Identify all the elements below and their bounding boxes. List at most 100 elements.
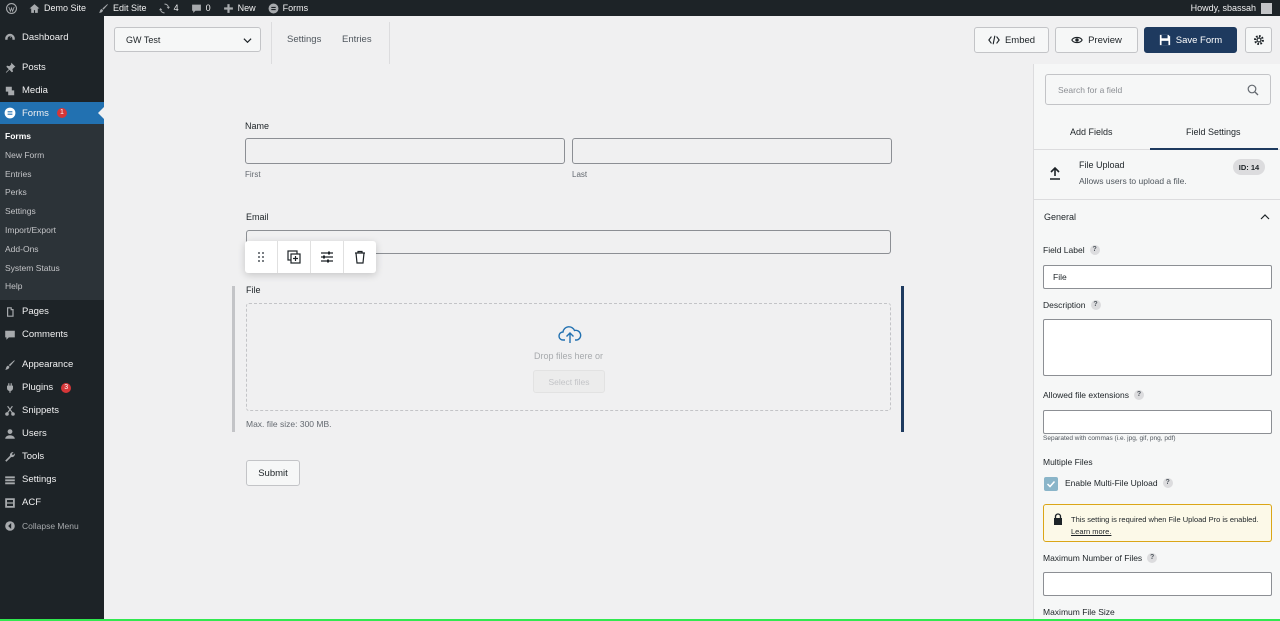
duplicate-field-button[interactable]: [278, 241, 311, 273]
menu-pages[interactable]: Pages: [0, 300, 104, 323]
save-form-label: Save Form: [1175, 34, 1223, 46]
field-settings-button[interactable]: [311, 241, 344, 273]
menu-forms[interactable]: Forms 1: [0, 102, 104, 124]
wordpress-logo-icon[interactable]: [0, 0, 23, 16]
submenu-new-form[interactable]: New Form: [0, 146, 104, 165]
requirement-notice: This setting is required when File Uploa…: [1043, 504, 1272, 542]
description-textarea[interactable]: [1043, 319, 1272, 376]
submenu-import-export[interactable]: Import/Export: [0, 221, 104, 240]
help-icon[interactable]: ?: [1147, 553, 1158, 563]
submenu-perks[interactable]: Perks: [0, 183, 104, 202]
drag-handle[interactable]: [245, 241, 278, 273]
comment-icon: [5, 330, 15, 340]
preview-button[interactable]: Preview: [1055, 27, 1138, 53]
embed-label: Embed: [1004, 34, 1036, 46]
file-field-label: File: [246, 285, 261, 295]
last-name-input[interactable]: [572, 138, 892, 164]
menu-plugins[interactable]: Plugins 3: [0, 376, 104, 399]
my-account[interactable]: Howdy, sbassah: [1191, 2, 1280, 14]
new-label: New: [237, 3, 256, 13]
delete-field-button[interactable]: [344, 241, 376, 273]
admin-bar: Demo Site Edit Site 4 0 New Forms Howdy,…: [0, 0, 1280, 16]
chevron-up-icon[interactable]: [1260, 212, 1270, 222]
eye-icon: [1071, 36, 1083, 44]
select-files-button[interactable]: Select files: [533, 370, 605, 393]
brush-icon: [99, 3, 108, 13]
allowed-extensions-label: Allowed file extensions?: [1043, 390, 1144, 400]
code-icon: [988, 35, 1000, 45]
help-icon[interactable]: ?: [1134, 390, 1144, 400]
max-file-size-text: Max. file size: 300 MB.: [246, 419, 332, 429]
menu-plugins-label: Plugins: [22, 382, 54, 394]
submenu-entries[interactable]: Entries: [0, 165, 104, 184]
plugins-count-badge: 3: [61, 382, 72, 393]
comments-count: 0: [205, 3, 211, 13]
menu-tools[interactable]: Tools: [0, 445, 104, 468]
save-form-button[interactable]: Save Form: [1144, 27, 1237, 53]
file-dropzone[interactable]: Drop files here or Select files: [246, 303, 891, 411]
menu-posts-label: Posts: [22, 62, 46, 73]
submenu-add-ons[interactable]: Add-Ons: [0, 240, 104, 259]
field-label-label: Field Label?: [1043, 245, 1100, 255]
learn-more-link[interactable]: Learn more.: [1071, 527, 1111, 536]
last-sublabel: Last: [572, 170, 588, 179]
max-file-size-setting-text: Maximum File Size: [1043, 607, 1115, 617]
general-section-title[interactable]: General: [1044, 212, 1076, 222]
menu-snippets[interactable]: Snippets: [0, 399, 104, 422]
menu-acf[interactable]: ACF: [0, 491, 104, 514]
editor-settings-button[interactable]: [1245, 27, 1272, 53]
collapse-icon: [5, 520, 15, 531]
first-name-input[interactable]: [245, 138, 565, 164]
collapse-menu-button[interactable]: Collapse Menu: [0, 514, 104, 537]
home-icon: [29, 3, 40, 13]
menu-comments[interactable]: Comments: [0, 323, 104, 346]
allowed-extensions-input[interactable]: [1043, 410, 1272, 434]
submenu-system-status[interactable]: System Status: [0, 259, 104, 278]
settings-link[interactable]: Settings: [287, 34, 321, 45]
help-icon[interactable]: ?: [1162, 478, 1173, 488]
embed-button[interactable]: Embed: [974, 27, 1049, 53]
updates-icon: [158, 3, 170, 13]
form-editor-toolbar: GW Test Settings Entries Embed Preview S…: [104, 16, 1280, 64]
menu-media-label: Media: [22, 85, 48, 96]
menu-users[interactable]: Users: [0, 422, 104, 445]
menu-settings[interactable]: Settings: [0, 468, 104, 491]
site-name-link[interactable]: Demo Site: [23, 0, 92, 16]
gear-icon: [1253, 35, 1264, 45]
search-icon: [1247, 84, 1259, 96]
submit-button[interactable]: Submit: [246, 460, 300, 486]
submenu-forms[interactable]: Forms: [0, 127, 104, 146]
name-field-label: Name: [245, 121, 270, 131]
forms-link[interactable]: Forms: [262, 0, 315, 16]
menu-snippets-label: Snippets: [22, 405, 59, 417]
max-files-input[interactable]: [1043, 572, 1272, 596]
help-icon[interactable]: ?: [1089, 245, 1100, 255]
selected-field-indicator: [232, 286, 235, 432]
allowed-extensions-hint: Separated with commas (i.e. jpg, gif, pn…: [1043, 435, 1176, 442]
menu-appearance[interactable]: Appearance: [0, 353, 104, 376]
submenu-help[interactable]: Help: [0, 277, 104, 296]
help-icon[interactable]: ?: [1090, 300, 1101, 310]
lock-icon: [1054, 513, 1062, 525]
entries-link[interactable]: Entries: [342, 34, 372, 45]
menu-media[interactable]: Media: [0, 79, 104, 102]
tab-add-fields[interactable]: Add Fields: [1070, 127, 1113, 137]
menu-dashboard[interactable]: Dashboard: [0, 26, 104, 49]
enable-multi-file-checkbox[interactable]: [1044, 477, 1058, 491]
field-search-input[interactable]: Search for a field: [1045, 74, 1271, 105]
updates-link[interactable]: 4: [153, 0, 185, 16]
submenu-settings[interactable]: Settings: [0, 202, 104, 221]
description-text: Description: [1043, 300, 1086, 310]
field-label-input[interactable]: File: [1043, 265, 1272, 289]
comments-link[interactable]: 0: [185, 0, 217, 16]
field-toolbar: [245, 241, 376, 273]
menu-posts[interactable]: Posts: [0, 56, 104, 79]
enable-multi-file-label[interactable]: Enable Multi-File Upload?: [1065, 478, 1173, 488]
menu-appearance-label: Appearance: [22, 359, 74, 371]
edit-site-link[interactable]: Edit Site: [92, 0, 153, 16]
form-switcher-select[interactable]: GW Test: [114, 27, 261, 52]
field-id-badge: ID: 14: [1233, 159, 1265, 175]
chevron-down-icon: [243, 38, 252, 44]
new-content-link[interactable]: New: [217, 0, 262, 16]
tab-field-settings[interactable]: Field Settings: [1186, 127, 1241, 137]
